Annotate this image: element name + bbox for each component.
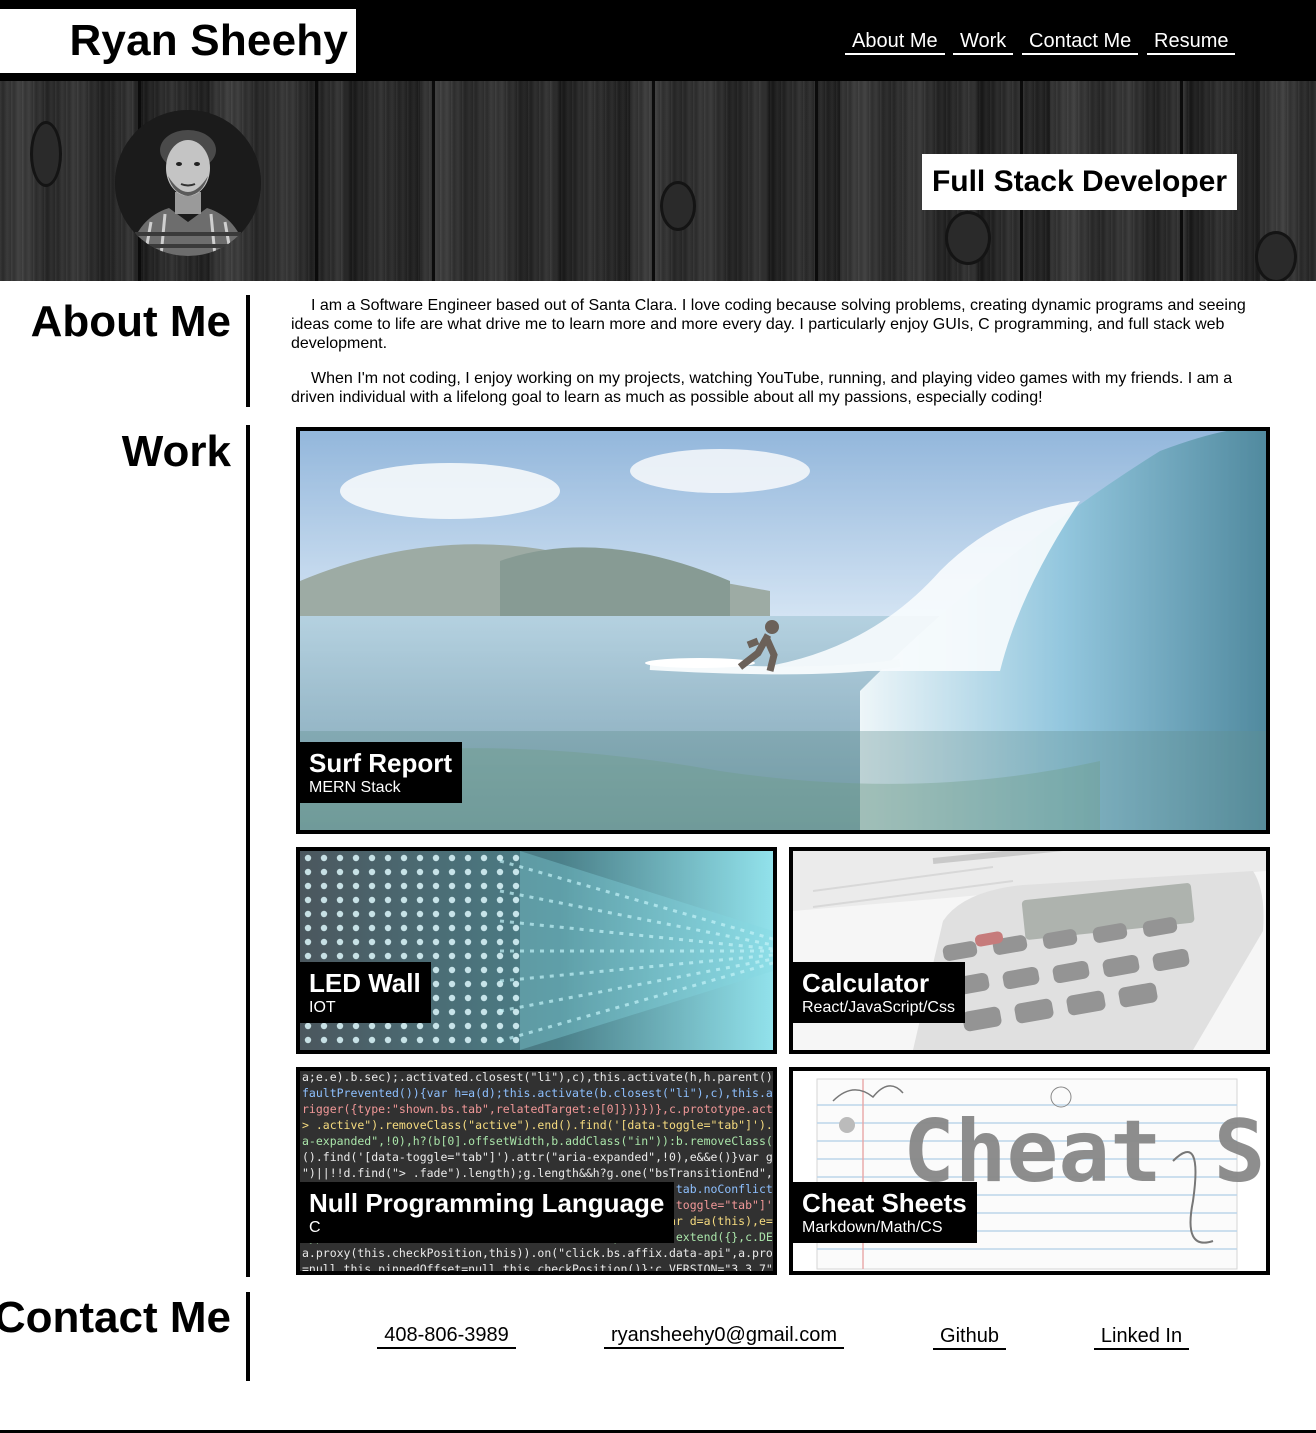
nav-link-contact-me[interactable]: Contact Me [1022, 29, 1139, 55]
about-paragraph: When I'm not coding, I enjoy working on … [291, 370, 1233, 406]
contact-divider [246, 1292, 250, 1381]
project-label: LED Wall IOT [300, 962, 431, 1023]
profile-photo [115, 110, 261, 256]
project-title: Null Programming Language [309, 1188, 665, 1218]
project-tech: Markdown/Math/CS [802, 1219, 943, 1236]
hero-banner: Full Stack Developer [0, 81, 1316, 281]
phone-link[interactable]: 408-806-3989 [377, 1323, 516, 1349]
wood-knot [30, 121, 62, 187]
nav-link-resume[interactable]: Resume [1147, 29, 1236, 55]
job-title-tagline: Full Stack Developer [922, 154, 1237, 210]
project-tech: IOT [309, 999, 336, 1016]
linkedin-link[interactable]: Linked In [1094, 1324, 1189, 1350]
project-tech: C [309, 1219, 321, 1236]
project-label: Calculator React/JavaScript/Css [793, 962, 965, 1023]
github-link[interactable]: Github [933, 1324, 1006, 1350]
about-me-text: I am a Software Engineer based out of Sa… [291, 296, 1261, 423]
work-divider [246, 425, 250, 1277]
project-card-null-programming-language[interactable]: a;e.e).b.sec);.activated.closest("li"),c… [296, 1067, 777, 1275]
project-title: LED Wall [309, 968, 421, 998]
about-divider [246, 295, 250, 407]
about-paragraph: I am a Software Engineer based out of Sa… [291, 297, 1246, 352]
project-title: Calculator [802, 968, 930, 998]
project-title: Surf Report [309, 748, 452, 778]
project-title: Cheat Sheets [802, 1188, 967, 1218]
project-label: Cheat Sheets Markdown/Math/CS [793, 1182, 977, 1243]
contact-me-heading: Contact Me [0, 1293, 231, 1342]
project-card-led-wall[interactable]: LED Wall IOT [296, 847, 777, 1054]
project-card-cheat-sheets[interactable]: Cheat Sheet Cheat Sheets Markdown/Math/C… [789, 1067, 1270, 1275]
nav-link-work[interactable]: Work [953, 29, 1014, 55]
project-label: Null Programming Language C [300, 1182, 675, 1243]
wood-knot [660, 181, 696, 231]
wood-knot [945, 211, 991, 265]
project-tech: MERN Stack [309, 779, 401, 796]
avatar [115, 110, 261, 256]
project-label: Surf Report MERN Stack [300, 742, 462, 803]
main-nav: About Me Work Contact Me Resume [0, 29, 1316, 59]
email-link[interactable]: ryansheehy0@gmail.com [604, 1323, 844, 1349]
project-card-surf-report[interactable]: Surf Report MERN Stack [296, 427, 1270, 834]
wood-knot [1255, 231, 1297, 281]
project-tech: React/JavaScript/Css [802, 999, 955, 1016]
work-heading: Work [121, 427, 231, 476]
project-card-calculator[interactable]: Calculator React/JavaScript/Css [789, 847, 1270, 1054]
nav-link-about-me[interactable]: About Me [845, 29, 945, 55]
about-me-heading: About Me [30, 297, 231, 346]
